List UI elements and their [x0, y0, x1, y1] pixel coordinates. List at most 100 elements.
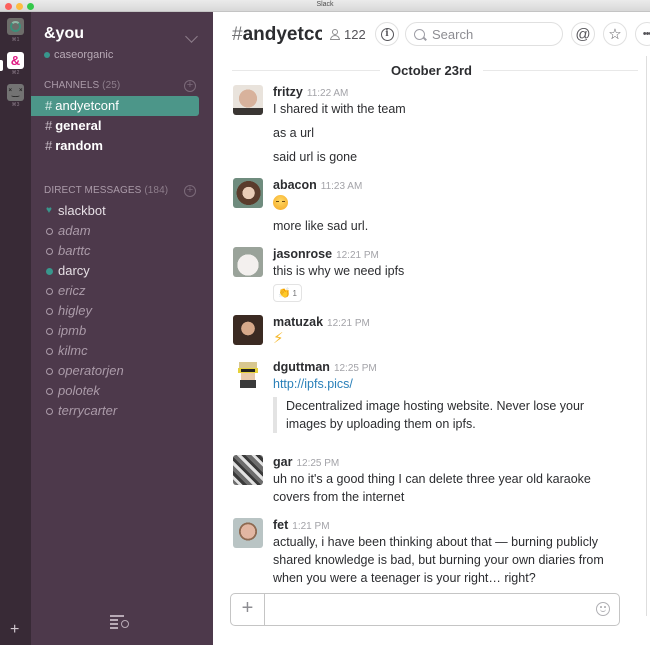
- message-timestamp[interactable]: 1:21 PM: [292, 521, 329, 532]
- avatar[interactable]: [233, 247, 263, 277]
- channel-item-general[interactable]: # general: [31, 116, 199, 136]
- presence-online-icon: [44, 52, 50, 58]
- message-author[interactable]: matuzak: [273, 315, 323, 329]
- dm-name: ipmb: [58, 323, 87, 338]
- dm-name: kilmc: [58, 343, 88, 358]
- message-timestamp[interactable]: 12:21 PM: [336, 250, 379, 261]
- main-pane: #andyetconf 122 i @ ☆ ••• October 23rd f…: [213, 12, 650, 645]
- dm-item-slackbot[interactable]: ♥ slackbot: [31, 201, 213, 221]
- channel-title-text: andyetconf: [242, 24, 322, 45]
- presence-away-icon: [45, 367, 53, 375]
- channel-item-random[interactable]: # random: [31, 136, 199, 156]
- starred-button[interactable]: ☆: [603, 22, 627, 46]
- team-menu-chevron-down-icon[interactable]: [185, 30, 198, 43]
- search-input[interactable]: [432, 26, 552, 42]
- avatar[interactable]: [233, 518, 263, 548]
- message-input[interactable]: [273, 601, 583, 619]
- search-box[interactable]: [405, 22, 563, 46]
- message-timestamp[interactable]: 11:22 AM: [307, 88, 349, 99]
- presence-away-icon: [45, 387, 53, 395]
- dm-item-darcy[interactable]: darcy: [31, 261, 213, 281]
- avatar[interactable]: [233, 85, 263, 115]
- team-1-button[interactable]: [7, 18, 24, 35]
- presence-away-icon: [45, 287, 53, 295]
- current-user[interactable]: caseorganic: [44, 49, 113, 61]
- dm-item-ericz[interactable]: ericz: [31, 281, 213, 301]
- team-andyou-button[interactable]: &: [7, 52, 24, 69]
- member-count: 122: [344, 27, 366, 42]
- team-3-button[interactable]: ˟‿˟: [7, 84, 24, 101]
- message-timestamp[interactable]: 12:25 PM: [334, 363, 377, 374]
- message-text: this is why we need ipfs: [273, 264, 405, 278]
- dm-name: adam: [58, 223, 91, 238]
- message-text: actually, i have been thinking about tha…: [273, 535, 604, 585]
- presence-away-icon: [45, 307, 53, 315]
- search-icon: [414, 28, 425, 40]
- message-link[interactable]: http://ipfs.pics/: [273, 375, 353, 393]
- dm-item-polotek[interactable]: polotek: [31, 381, 213, 401]
- channels-label: CHANNELS: [44, 80, 100, 91]
- team-1-shortcut: ⌘1: [11, 37, 20, 43]
- dm-name: ericz: [58, 283, 86, 298]
- channel-title[interactable]: #andyetconf: [232, 24, 322, 46]
- message-author[interactable]: fritzy: [273, 85, 303, 99]
- add-dm-button[interactable]: +: [184, 185, 196, 197]
- message-author[interactable]: dguttman: [273, 360, 330, 374]
- emoji-picker-icon[interactable]: [596, 602, 610, 616]
- message-timestamp[interactable]: 12:25 PM: [296, 458, 339, 469]
- attach-plus-button[interactable]: +: [231, 594, 265, 625]
- dm-name: polotek: [58, 383, 100, 398]
- message-author[interactable]: jasonrose: [273, 247, 332, 261]
- hash-icon: #: [45, 118, 53, 133]
- message-author[interactable]: fet: [273, 518, 288, 532]
- day-divider: October 23rd: [213, 62, 650, 80]
- dm-item-barttc[interactable]: barttc: [31, 241, 213, 261]
- dm-item-ipmb[interactable]: ipmb: [31, 321, 213, 341]
- avatar[interactable]: [233, 455, 263, 485]
- message-text: more like sad url.: [273, 219, 369, 233]
- dm-item-adam[interactable]: adam: [31, 221, 213, 241]
- mentions-button[interactable]: @: [571, 22, 595, 46]
- quick-switcher-icon[interactable]: [110, 615, 130, 629]
- message-text: I shared it with the team: [273, 102, 406, 116]
- day-divider-label: October 23rd: [380, 63, 483, 78]
- add-team-button[interactable]: +: [10, 622, 19, 638]
- message-text: as a url: [273, 126, 314, 140]
- heart-icon: ♥: [46, 205, 52, 216]
- dm-item-kilmc[interactable]: kilmc: [31, 341, 213, 361]
- dm-item-terrycarter[interactable]: terrycarter: [31, 401, 213, 421]
- channels-header[interactable]: CHANNELS (25): [44, 80, 120, 91]
- message-timestamp[interactable]: 11:23 AM: [321, 181, 363, 192]
- channel-header: #andyetconf 122 i @ ☆ •••: [213, 12, 650, 56]
- reaction-button[interactable]: 👏 1: [273, 284, 302, 302]
- team-1-icon: [10, 21, 21, 32]
- member-icon: [330, 29, 340, 40]
- message-composer: +: [230, 593, 620, 626]
- avatar[interactable]: [233, 178, 263, 208]
- message-scrollbar[interactable]: [646, 56, 650, 616]
- channel-name: general: [55, 118, 102, 133]
- dm-name: terrycarter: [58, 403, 118, 418]
- more-button[interactable]: •••: [635, 22, 650, 46]
- direct-messages-header[interactable]: DIRECT MESSAGES (184): [44, 185, 168, 196]
- member-count-button[interactable]: 122: [330, 27, 366, 42]
- reaction-count: 1: [292, 288, 297, 298]
- lightning-icon: ⚡: [273, 330, 284, 347]
- channel-item-andyetconf[interactable]: # andyetconf: [31, 96, 199, 116]
- channel-list: # andyetconf # general # random: [31, 96, 213, 156]
- message-author[interactable]: gar: [273, 455, 292, 469]
- avatar[interactable]: [233, 360, 263, 390]
- avatar[interactable]: [233, 315, 263, 345]
- dm-item-higley[interactable]: higley: [31, 301, 213, 321]
- message-timestamp[interactable]: 12:21 PM: [327, 318, 370, 329]
- team-name[interactable]: &you: [44, 25, 84, 43]
- presence-away-icon: [45, 247, 53, 255]
- disappointed-face-icon: [273, 195, 288, 210]
- channel-info-button[interactable]: i: [375, 22, 399, 46]
- message-author[interactable]: abacon: [273, 178, 317, 192]
- dm-name: barttc: [58, 243, 91, 258]
- dm-name: slackbot: [58, 203, 106, 218]
- dm-item-operatorjen[interactable]: operatorjen: [31, 361, 213, 381]
- star-icon: ☆: [608, 26, 622, 43]
- add-channel-button[interactable]: +: [184, 80, 196, 92]
